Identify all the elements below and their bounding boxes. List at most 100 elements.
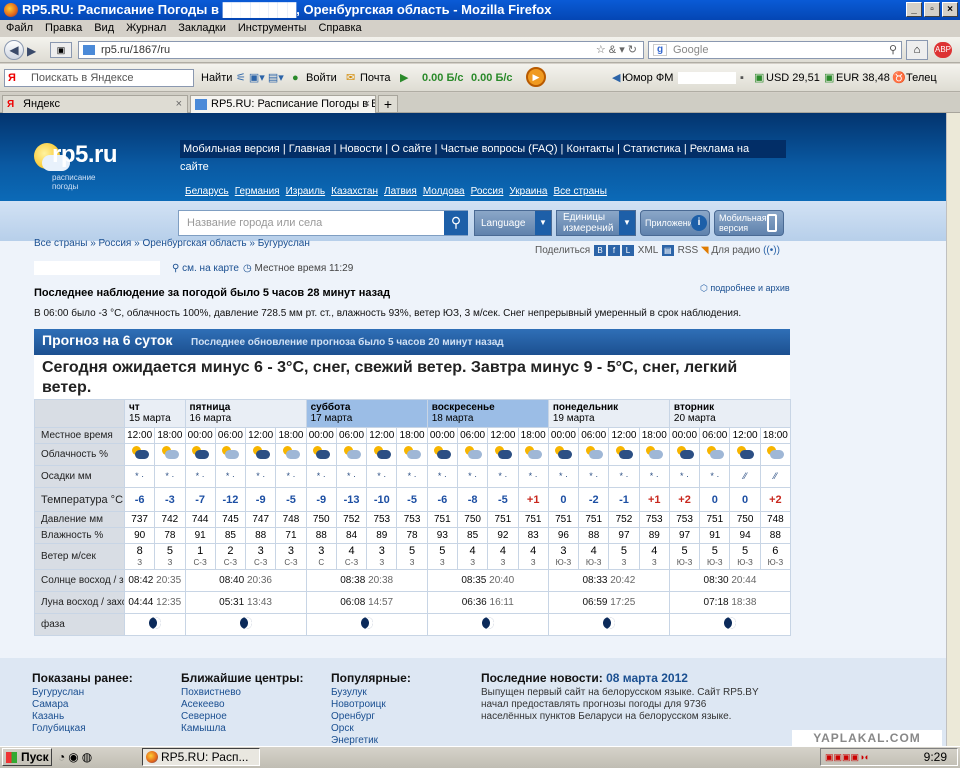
country-link[interactable]: Беларусь <box>185 186 229 197</box>
menu-bookmarks[interactable]: Закладки <box>178 22 226 34</box>
footer-link[interactable]: Асекеево <box>181 699 303 711</box>
radio-wave-icon[interactable]: ((•)) <box>763 245 780 256</box>
yandex-tools-icon[interactable]: ⚟ ▣▾ ▤▾ <box>236 64 284 92</box>
rss-link[interactable]: RSS <box>678 245 699 256</box>
livejournal-icon[interactable]: L <box>622 245 635 256</box>
tab-yandex[interactable]: Я Яндекс × <box>2 95 188 113</box>
nav-stats[interactable]: Статистика <box>623 143 681 155</box>
rp5-logo[interactable]: rp5.ru расписание погоды <box>30 139 140 199</box>
google-search-box[interactable]: g Google ⚲ <box>648 41 902 59</box>
footer-link[interactable]: Орск <box>331 723 411 735</box>
row-label: Температура °С <box>34 487 125 512</box>
country-link[interactable]: Россия <box>471 186 504 197</box>
menu-history[interactable]: Журнал <box>126 22 166 34</box>
home-icon[interactable]: ⌂ <box>906 40 928 60</box>
menu-edit[interactable]: Правка <box>45 22 82 34</box>
vk-icon[interactable]: B <box>594 245 607 256</box>
eur-rate[interactable]: EUR 38,48 <box>836 64 890 92</box>
day-header: понедельник 19 марта <box>547 399 670 428</box>
yandex-search-input[interactable]: Я Поискать в Яндексе <box>4 69 194 87</box>
nav-ads[interactable]: Реклама на <box>690 143 749 155</box>
tray-icons[interactable]: ▣▣▣▣◑◐ <box>825 749 870 765</box>
horoscope[interactable]: Телец <box>906 64 937 92</box>
close-button[interactable]: × <box>942 2 958 17</box>
apps-button[interactable]: Приложения i <box>640 210 710 236</box>
country-link[interactable]: Израиль <box>286 186 326 197</box>
xml-icon[interactable]: ▤ <box>661 245 674 256</box>
sun-cell: 08:38 20:38 <box>305 569 428 592</box>
minimize-button[interactable]: _ <box>906 2 922 17</box>
maximize-button[interactable]: ▫ <box>924 2 940 17</box>
footer-link[interactable]: Камышла <box>181 723 303 735</box>
footer-link[interactable]: Энергетик <box>331 735 411 746</box>
close-tab-icon[interactable]: × <box>364 96 370 113</box>
radio-link[interactable]: Для радио <box>711 245 760 256</box>
map-link[interactable]: ⚲ см. на карте <box>172 263 239 274</box>
bookmark-star-icon[interactable]: ☆ & ▾ ↻ <box>596 42 637 58</box>
tab-rp5[interactable]: RP5.RU: Расписание Погоды в Буг... × <box>190 95 376 113</box>
country-link[interactable]: Казахстан <box>331 186 378 197</box>
start-button[interactable]: Пуск <box>2 748 52 766</box>
menu-view[interactable]: Вид <box>94 22 114 34</box>
breadcrumb[interactable]: Все страны » Россия » Оренбургская облас… <box>34 238 310 249</box>
archive-link[interactable]: ⬡ подробнее и архив <box>700 283 790 294</box>
nav-contacts[interactable]: Контакты <box>566 143 614 155</box>
nav-faq[interactable]: Частые вопросы (FAQ) <box>441 143 558 155</box>
footer-link[interactable]: Голубицкая <box>32 723 133 735</box>
usd-rate[interactable]: USD 29,51 <box>766 64 820 92</box>
new-tab-button[interactable]: + <box>378 95 398 113</box>
units-select[interactable]: Единицы измерений ▼ <box>556 210 636 236</box>
country-link[interactable]: Все страны <box>553 186 606 197</box>
facebook-icon[interactable]: f <box>608 245 621 256</box>
close-tab-icon[interactable]: × <box>176 96 182 113</box>
yandex-login-button[interactable]: Войти <box>306 64 337 92</box>
news-date[interactable]: 08 марта 2012 <box>606 671 688 685</box>
nav-mobile[interactable]: Мобильная версия <box>183 143 280 155</box>
menu-file[interactable]: Файл <box>6 22 33 34</box>
nav-home[interactable]: Главная <box>289 143 331 155</box>
back-button[interactable]: ◀ <box>4 40 24 60</box>
menu-tools[interactable]: Инструменты <box>238 22 307 34</box>
country-link[interactable]: Латвия <box>384 186 417 197</box>
nav-ads-continuation[interactable]: сайте <box>180 158 209 176</box>
footer-link[interactable]: Новотроицк <box>331 699 411 711</box>
home-page-icon[interactable]: ▣ <box>50 42 72 58</box>
city-search-button[interactable]: ⚲ <box>444 211 468 235</box>
xml-link[interactable]: XML <box>638 245 658 256</box>
taskbar-firefox-item[interactable]: RP5.RU: Расп... <box>142 748 260 766</box>
cloudy-icon <box>614 446 634 460</box>
forward-button[interactable]: ▶ <box>27 44 36 58</box>
moon-phase-icon <box>723 617 736 629</box>
play-icon[interactable]: ▶ <box>400 64 408 92</box>
city-search-input[interactable]: Название города или села <box>178 210 468 236</box>
country-link[interactable]: Молдова <box>423 186 465 197</box>
menu-help[interactable]: Справка <box>318 22 361 34</box>
adblock-icon[interactable]: ABP <box>934 42 952 58</box>
footer-link[interactable]: Бузулук <box>331 687 411 699</box>
nav-about[interactable]: О сайте <box>391 143 431 155</box>
footer-link[interactable]: Северное <box>181 711 303 723</box>
country-link[interactable]: Украина <box>509 186 547 197</box>
logo-name: rp5.ru <box>52 141 118 168</box>
page-scrollbar[interactable] <box>946 113 960 746</box>
country-link[interactable]: Германия <box>235 186 280 197</box>
radio-station[interactable]: Юмор ФМ <box>622 64 673 92</box>
footer-link[interactable]: Похвистнево <box>181 687 303 699</box>
time-cell: 18:00 <box>759 427 792 444</box>
footer-link[interactable]: Бугуруслан <box>32 687 133 699</box>
url-bar[interactable]: rp5.ru/1867/ru ☆ & ▾ ↻ <box>78 41 644 59</box>
mobile-version-button[interactable]: Мобильная версия <box>714 210 784 236</box>
footer-link[interactable]: Казань <box>32 711 133 723</box>
yandex-mail-button[interactable]: Почта <box>360 64 391 92</box>
nav-news[interactable]: Новости <box>340 143 383 155</box>
media-player-icon[interactable]: ▶ <box>526 67 546 87</box>
language-select[interactable]: Language ▼ <box>474 210 552 236</box>
search-icon[interactable]: ⚲ <box>889 42 897 58</box>
quick-launch-icons[interactable]: ◔◉◍ <box>58 750 95 764</box>
rss-icon[interactable]: ◥ <box>701 245 709 256</box>
tab-label: Яндекс <box>23 98 60 110</box>
yandex-find-button[interactable]: Найти <box>201 64 232 92</box>
footer-link[interactable]: Самара <box>32 699 133 711</box>
cloudy-icon <box>735 446 755 460</box>
footer-link[interactable]: Оренбург <box>331 711 411 723</box>
